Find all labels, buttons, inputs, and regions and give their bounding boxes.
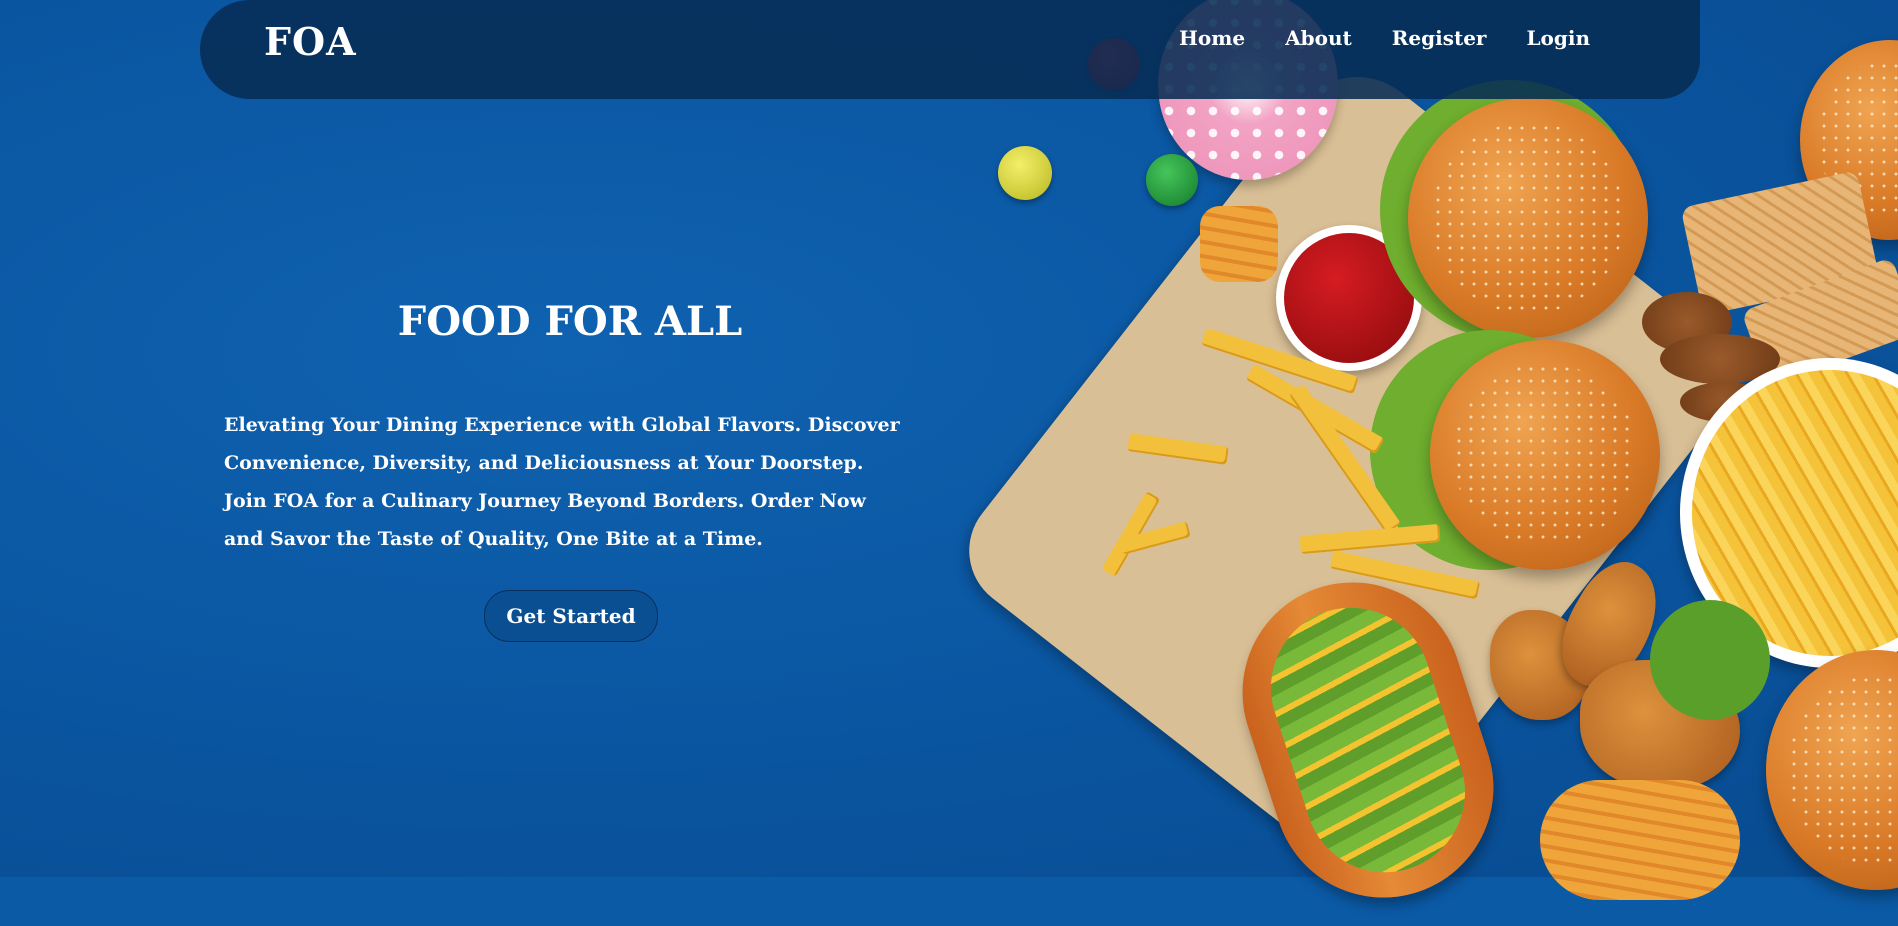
get-started-button[interactable]: Get Started (484, 590, 658, 642)
candy (1146, 154, 1198, 206)
navbar: FOA Home About Register Login (200, 0, 1700, 99)
hero-description-line: Join FOA for a Culinary Journey Beyond B… (224, 490, 866, 512)
logo[interactable]: FOA (264, 19, 357, 64)
hero-title: FOOD FOR ALL (397, 298, 743, 345)
chips (1540, 780, 1740, 900)
candy (998, 146, 1052, 200)
burger (1408, 98, 1648, 338)
hero-description: Elevating Your Dining Experience with Gl… (224, 406, 924, 558)
hero-description-line: and Savor the Taste of Quality, One Bite… (224, 528, 763, 550)
nav-link-login[interactable]: Login (1526, 26, 1590, 50)
nav-link-register[interactable]: Register (1392, 26, 1487, 50)
food-collage-image (945, 0, 1898, 926)
nav-links: Home About Register Login (1179, 26, 1700, 50)
chip (1200, 206, 1278, 282)
lettuce (1650, 600, 1770, 720)
burger (1430, 340, 1660, 570)
hero-description-line: Convenience, Diversity, and Deliciousnes… (224, 452, 864, 474)
nav-link-home[interactable]: Home (1179, 26, 1245, 50)
nav-link-about[interactable]: About (1285, 26, 1352, 50)
hero-description-line: Elevating Your Dining Experience with Gl… (224, 414, 900, 436)
burger (1766, 650, 1898, 890)
